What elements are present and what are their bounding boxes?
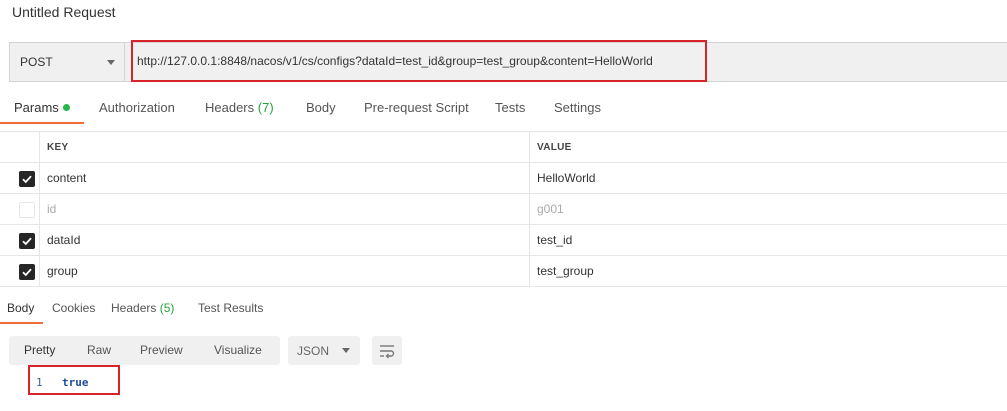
response-content: true (62, 376, 89, 389)
tab-headers-count: (7) (257, 100, 274, 115)
header-check-cell (0, 132, 40, 162)
param-key: dataId (47, 233, 81, 247)
pretty-button[interactable]: Pretty (24, 343, 55, 357)
check-icon (22, 237, 32, 246)
param-key-cell[interactable]: content (40, 163, 530, 193)
method-select[interactable]: POST (10, 43, 125, 81)
row-check-cell (0, 163, 40, 193)
method-label: POST (20, 55, 53, 69)
active-tab-indicator (0, 122, 84, 124)
response-tabs: Body Cookies Headers (5) Test Results (0, 296, 1007, 324)
response-tab-headers-label: Headers (111, 301, 157, 315)
param-value-cell[interactable]: test_group (531, 256, 1007, 286)
active-response-tab-indicator (0, 322, 43, 324)
request-tabs: Params Authorization Headers (7) Body Pr… (0, 96, 1007, 124)
table-header-row: KEY VALUE (0, 132, 1007, 163)
param-value: test_group (537, 264, 594, 278)
line-number: 1 (36, 376, 43, 389)
param-value: g001 (537, 202, 564, 216)
table-row: content HelloWorld (0, 163, 1007, 194)
preview-button[interactable]: Preview (140, 343, 183, 357)
table-row: id g001 (0, 194, 1007, 225)
checkbox-checked[interactable] (19, 171, 35, 187)
tab-body[interactable]: Body (306, 100, 336, 115)
key-column-header: KEY (40, 132, 530, 162)
response-tab-cookies[interactable]: Cookies (52, 301, 95, 315)
param-key: content (47, 171, 87, 185)
wrap-lines-icon (380, 345, 395, 359)
param-value: test_id (537, 233, 573, 247)
tab-headers[interactable]: Headers (7) (205, 100, 274, 115)
tab-headers-label: Headers (205, 100, 255, 115)
url-input[interactable]: http://127.0.0.1:8848/nacos/v1/cs/config… (131, 40, 707, 82)
param-key: group (47, 264, 78, 278)
param-key: id (47, 202, 57, 216)
row-check-cell (0, 194, 40, 224)
param-value-cell[interactable]: g001 (531, 194, 1007, 224)
url-text: http://127.0.0.1:8848/nacos/v1/cs/config… (137, 54, 653, 68)
raw-button[interactable]: Raw (87, 343, 111, 357)
row-check-cell (0, 256, 40, 286)
response-tab-headers[interactable]: Headers (5) (111, 301, 174, 315)
tab-params-label: Params (14, 100, 59, 115)
response-tab-headers-count: (5) (159, 301, 175, 315)
param-key-cell[interactable]: group (40, 256, 530, 286)
checkbox-checked[interactable] (19, 233, 35, 249)
param-key-cell[interactable]: dataId (40, 225, 530, 255)
chevron-down-icon (107, 60, 115, 65)
view-mode-group: Pretty Raw Preview Visualize (9, 336, 280, 365)
format-label: JSON (297, 343, 330, 358)
row-check-cell (0, 225, 40, 255)
visualize-button[interactable]: Visualize (214, 343, 262, 357)
checkbox-checked[interactable] (19, 264, 35, 280)
param-value-cell[interactable]: test_id (531, 225, 1007, 255)
check-icon (22, 268, 32, 277)
value-header-label: VALUE (537, 141, 572, 153)
param-value-cell[interactable]: HelloWorld (531, 163, 1007, 193)
table-row: group test_group (0, 256, 1007, 287)
response-body: 1 true (28, 365, 120, 395)
wrap-lines-button[interactable] (372, 336, 402, 365)
tab-settings[interactable]: Settings (554, 100, 601, 115)
tab-authorization[interactable]: Authorization (99, 100, 175, 115)
format-select[interactable]: JSON (288, 336, 360, 365)
value-column-header: VALUE (531, 132, 1007, 162)
param-key-cell[interactable]: id (40, 194, 530, 224)
checkbox-unchecked[interactable] (19, 202, 35, 218)
params-table: KEY VALUE content HelloWorld id g001 dat… (0, 131, 1007, 287)
check-icon (22, 175, 32, 184)
chevron-down-icon (342, 348, 350, 353)
key-header-label: KEY (47, 141, 69, 153)
tab-params[interactable]: Params (14, 100, 70, 115)
response-tab-test-results[interactable]: Test Results (198, 301, 263, 315)
tab-tests[interactable]: Tests (495, 100, 525, 115)
tab-prerequest-script[interactable]: Pre-request Script (364, 100, 469, 115)
param-value: HelloWorld (537, 171, 596, 185)
request-title: Untitled Request (12, 4, 116, 20)
active-dot-icon (62, 104, 70, 111)
table-row: dataId test_id (0, 225, 1007, 256)
response-tab-body[interactable]: Body (7, 301, 34, 315)
request-bar: POST http://127.0.0.1:8848/nacos/v1/cs/c… (9, 40, 1007, 82)
